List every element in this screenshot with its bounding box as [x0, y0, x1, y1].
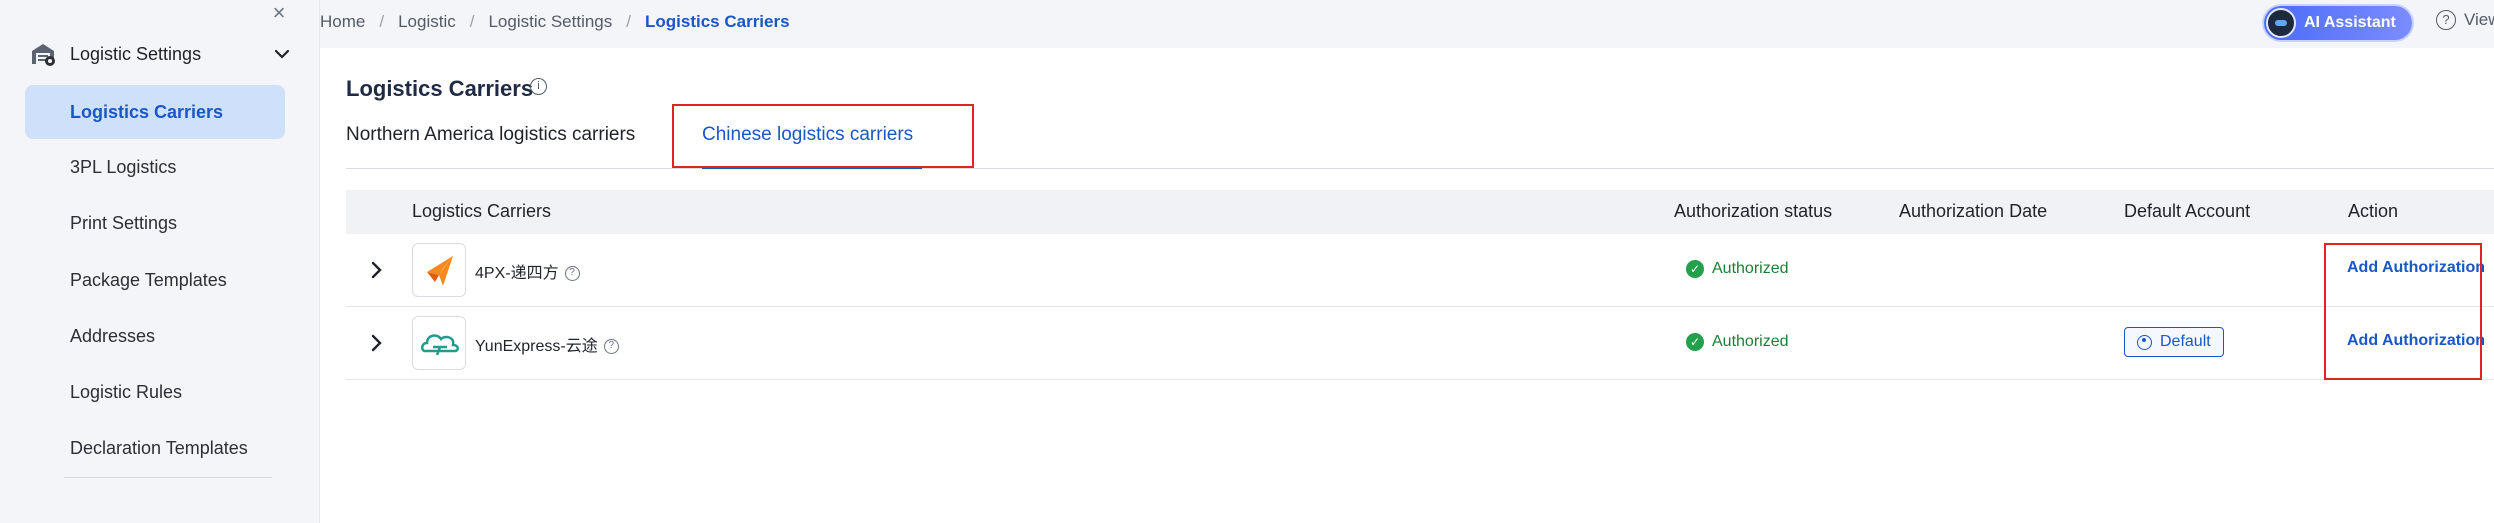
breadcrumb: Home / Logistic / Logistic Settings / Lo… — [320, 10, 790, 34]
ai-assistant-label: AI Assistant — [2304, 14, 2396, 31]
check-circle-icon: ✓ — [1686, 333, 1704, 351]
breadcrumb-logistic[interactable]: Logistic — [398, 12, 456, 32]
4px-logo — [412, 243, 466, 297]
sidebar-group-label: Logistic Settings — [70, 43, 202, 64]
sidebar-item-logistic-rules[interactable]: Logistic Rules — [25, 365, 285, 419]
breadcrumb-current: Logistics Carriers — [645, 12, 790, 31]
chevron-right-icon[interactable] — [366, 333, 386, 353]
status-text: Authorized — [1712, 260, 1789, 277]
breadcrumb-separator: / — [626, 12, 631, 31]
breadcrumb-logistic-settings[interactable]: Logistic Settings — [488, 12, 612, 32]
column-header-authorization-date: Authorization Date — [1899, 201, 2048, 221]
sidebar-item-package-templates[interactable]: Package Templates — [25, 253, 285, 307]
ai-assistant-button[interactable]: AI Assistant — [2264, 6, 2412, 40]
add-authorization-link[interactable]: Add Authorization — [2347, 332, 2485, 350]
carrier-name-text: YunExpress-云途 — [475, 338, 598, 355]
column-header-authorization-status: Authorization status — [1674, 201, 1833, 221]
column-header-default-account: Default Account — [2124, 201, 2251, 221]
status-badge: ✓ Authorized — [1686, 333, 1789, 351]
column-header-action: Action — [2348, 201, 2399, 221]
robot-avatar-icon — [2266, 8, 2296, 38]
check-circle-icon: ✓ — [1686, 260, 1704, 278]
sidebar-item-addresses[interactable]: Addresses — [25, 309, 285, 363]
help-icon[interactable]: ? — [603, 339, 619, 354]
carrier-name: YunExpress-云途? — [475, 332, 619, 356]
status-text: Authorized — [1712, 333, 1789, 350]
tabs-divider — [346, 168, 2494, 169]
tab-northern-america[interactable]: Northern America logistics carriers — [346, 124, 635, 146]
help-icon: ? — [2436, 10, 2456, 30]
sidebar-item-3pl-logistics[interactable]: 3PL Logistics — [25, 140, 285, 194]
chevron-right-icon[interactable] — [366, 260, 386, 280]
default-account-badge[interactable]: Default — [2124, 327, 2224, 357]
breadcrumb-home[interactable]: Home — [320, 12, 365, 32]
chevron-down-icon[interactable] — [272, 44, 292, 64]
carrier-name-text: 4PX-递四方 — [475, 265, 559, 282]
table-row: YunExpress-云途? ✓ Authorized Default Add … — [346, 307, 2494, 380]
carrier-name: 4PX-递四方? — [475, 259, 580, 283]
tab-chinese[interactable]: Chinese logistics carriers — [702, 124, 913, 146]
table-row: 4PX-递四方? ✓ Authorized Add Authorization — [346, 234, 2494, 307]
table-header: Logistics Carriers Authorization status … — [346, 190, 2494, 234]
breadcrumb-separator: / — [379, 12, 385, 31]
page-title: Logistics Carriers — [346, 76, 534, 101]
sidebar-item-print-settings[interactable]: Print Settings — [25, 196, 285, 250]
topbar: Home / Logistic / Logistic Settings / Lo… — [320, 0, 2494, 48]
close-icon[interactable]: × — [268, 2, 290, 24]
sidebar-divider — [64, 477, 272, 478]
warehouse-settings-icon — [32, 44, 55, 66]
add-authorization-link[interactable]: Add Authorization — [2347, 259, 2485, 277]
column-header-carriers: Logistics Carriers — [412, 201, 552, 221]
yunexpress-logo — [412, 316, 466, 370]
view-label: View — [2464, 10, 2494, 29]
tab-active-indicator — [702, 166, 922, 169]
default-account-label: Default — [2160, 333, 2211, 350]
view-link[interactable]: ? View — [2436, 10, 2494, 30]
help-icon[interactable]: ? — [564, 266, 580, 281]
status-badge: ✓ Authorized — [1686, 260, 1789, 278]
info-icon[interactable]: i — [530, 78, 547, 95]
sidebar-group-logistic-settings[interactable]: Logistic Settings — [30, 36, 292, 72]
sidebar-item-declaration-templates[interactable]: Declaration Templates — [25, 421, 285, 475]
user-circle-icon — [2137, 334, 2152, 350]
sidebar-item-logistics-carriers[interactable]: Logistics Carriers — [25, 85, 285, 139]
sidebar: × Logistic Settings Logistics Carriers 3… — [0, 0, 320, 523]
breadcrumb-separator: / — [469, 12, 475, 31]
